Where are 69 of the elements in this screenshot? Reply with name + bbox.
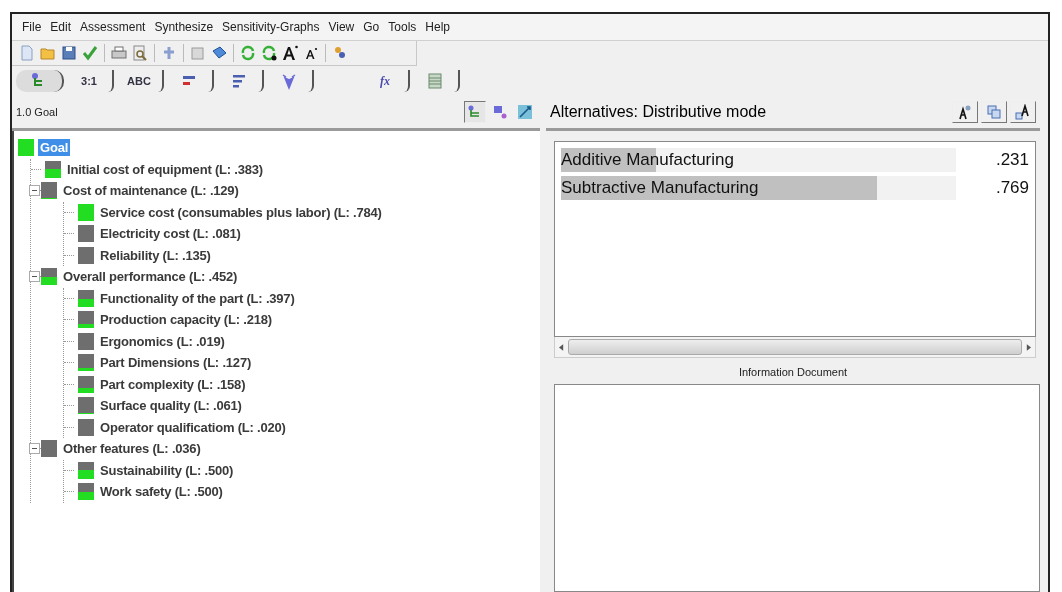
menu-item[interactable]: Help	[425, 20, 450, 34]
tree-node[interactable]: Other features (L: .036)	[61, 440, 203, 458]
table-icon	[426, 72, 444, 90]
tree-node[interactable]: Service cost (consumables plus labor) (L: .784)	[98, 203, 384, 221]
view-tab[interactable]	[16, 70, 64, 92]
save-icon[interactable]	[60, 44, 78, 62]
priority-icon	[78, 375, 94, 393]
node-icon	[492, 104, 508, 120]
menu-item[interactable]: Assessment	[80, 20, 146, 34]
priority-icon	[45, 160, 61, 178]
alternative-name: Additive Manufacturing	[561, 150, 734, 170]
node-path-label: 1.0 Goal	[16, 106, 58, 118]
info-document-title: Information Document	[737, 365, 849, 380]
magnifier-icon[interactable]	[131, 44, 149, 62]
collapse-toggle[interactable]	[29, 185, 40, 197]
menu-item[interactable]: Sensitivity-Graphs	[222, 20, 320, 34]
priority-icon	[78, 483, 94, 501]
priority-icon	[78, 203, 94, 221]
information-document-field[interactable]	[554, 384, 1040, 592]
tree-view-button[interactable]	[464, 101, 486, 123]
scroll-right-icon[interactable]	[1026, 343, 1031, 351]
scroll-thumb[interactable]	[568, 339, 1022, 355]
menu-item[interactable]: Tools	[388, 20, 417, 34]
tree-node[interactable]: Operator qualificatiom (L: .020)	[98, 418, 288, 436]
alternative-name: Subtractive Manufacturing	[561, 178, 759, 198]
tree-node[interactable]: Production capacity (L: .218)	[98, 311, 274, 329]
list-icon	[230, 72, 248, 90]
tree-node[interactable]: Sustainability (L: .500)	[98, 461, 236, 479]
tree-node[interactable]: Part complexity (L: .158)	[98, 375, 248, 393]
view-tab[interactable]: 3:1	[66, 70, 114, 92]
priority-icon	[18, 139, 34, 157]
collapse-toggle[interactable]	[29, 443, 40, 455]
tree-node[interactable]: Initial cost of equipment (L: .383)	[65, 160, 265, 178]
priority-value: .769	[995, 178, 1029, 198]
priority-icon	[41, 268, 57, 286]
menu-item[interactable]: Edit	[50, 20, 72, 34]
priority-icon	[78, 354, 94, 372]
mode-link[interactable]: Alternatives: Distributive mode	[550, 103, 767, 121]
checkmark-icon[interactable]	[81, 44, 99, 62]
printer-icon[interactable]	[110, 44, 128, 62]
tree-node[interactable]: Surface quality (L: .061)	[98, 397, 244, 415]
priority-value: .231	[995, 150, 1029, 170]
menu-item[interactable]: Go	[363, 20, 380, 34]
horizontal-scrollbar[interactable]	[554, 337, 1036, 358]
scroll-left-icon[interactable]	[559, 343, 564, 351]
priority-icon	[78, 289, 94, 307]
menu-item[interactable]: File	[22, 20, 42, 34]
priority-icon	[41, 182, 57, 200]
tree-node[interactable]: Work safety (L: .500)	[98, 483, 225, 501]
tree-node[interactable]: Reliability (L: .135)	[98, 246, 213, 264]
menu-item[interactable]: Synthesize	[154, 20, 214, 34]
tree-node[interactable]: Cost of maintenance (L: .129)	[61, 182, 241, 200]
menu-item[interactable]: View	[328, 20, 355, 34]
copy-icon[interactable]	[981, 101, 1007, 123]
priority-icon	[78, 397, 94, 415]
priority-icon	[78, 461, 94, 479]
font-increase-icon[interactable]	[281, 44, 299, 62]
priority-icon	[78, 311, 94, 329]
view-tab[interactable]: fx	[362, 70, 410, 92]
arrow-icon	[517, 104, 533, 120]
tree-node[interactable]: Overall performance (L: .452)	[61, 268, 240, 286]
tree-node[interactable]: Ergonomics (L: .019)	[98, 332, 227, 350]
view-tab[interactable]: ABC	[116, 70, 164, 92]
font-icon[interactable]	[1010, 101, 1036, 123]
refresh-icon[interactable]	[260, 44, 278, 62]
tree-node[interactable]: Functionality of the part (L: .397)	[98, 289, 297, 307]
tree-node[interactable]: Part Dimensions (L: .127)	[98, 354, 254, 372]
collapse-toggle[interactable]	[29, 271, 40, 283]
tree-node[interactable]: Electricity cost (L: .081)	[98, 225, 243, 243]
